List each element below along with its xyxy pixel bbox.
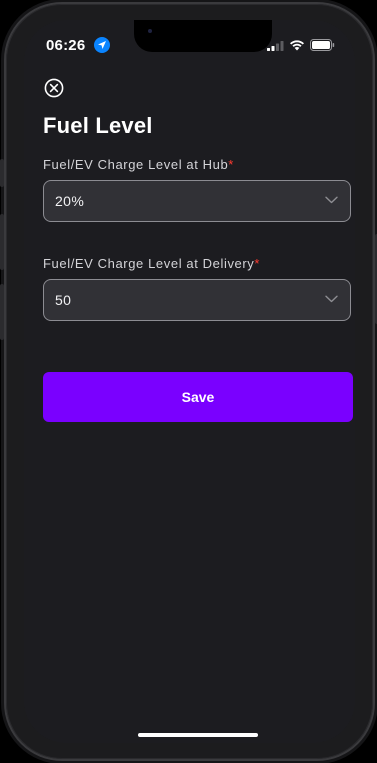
location-arrow-icon [94,37,110,53]
home-indicator [138,733,258,737]
delivery-field-label-text: Fuel/EV Charge Level at Delivery [43,256,255,271]
hub-charge-select[interactable]: 20% [43,180,351,222]
close-icon[interactable] [44,78,64,98]
delivery-field-label: Fuel/EV Charge Level at Delivery* [43,256,260,271]
app-screen: 06:26 Fuel Level Fuel/EV Charge Level at… [24,20,355,743]
battery-icon [310,39,335,51]
status-time: 06:26 [46,37,86,54]
save-button[interactable]: Save [43,372,353,422]
mute-switch [0,159,4,187]
delivery-charge-select[interactable]: 50 [43,279,351,321]
required-marker: * [254,256,261,271]
required-marker: * [228,157,234,172]
wifi-icon [290,40,304,51]
chevron-down-icon [325,196,338,204]
page-title: Fuel Level [43,113,153,138]
notch [134,20,272,52]
camera-dot [148,29,152,33]
volume-up-button [0,214,4,270]
hub-field-label: Fuel/EV Charge Level at Hub* [43,157,234,172]
chevron-down-icon [325,295,338,303]
volume-down-button [0,284,4,340]
hub-charge-value: 20% [55,193,85,209]
hub-field-label-text: Fuel/EV Charge Level at Hub [43,157,229,172]
delivery-charge-value: 50 [55,292,72,308]
cellular-signal-icon [267,40,284,51]
status-indicators [267,39,335,51]
